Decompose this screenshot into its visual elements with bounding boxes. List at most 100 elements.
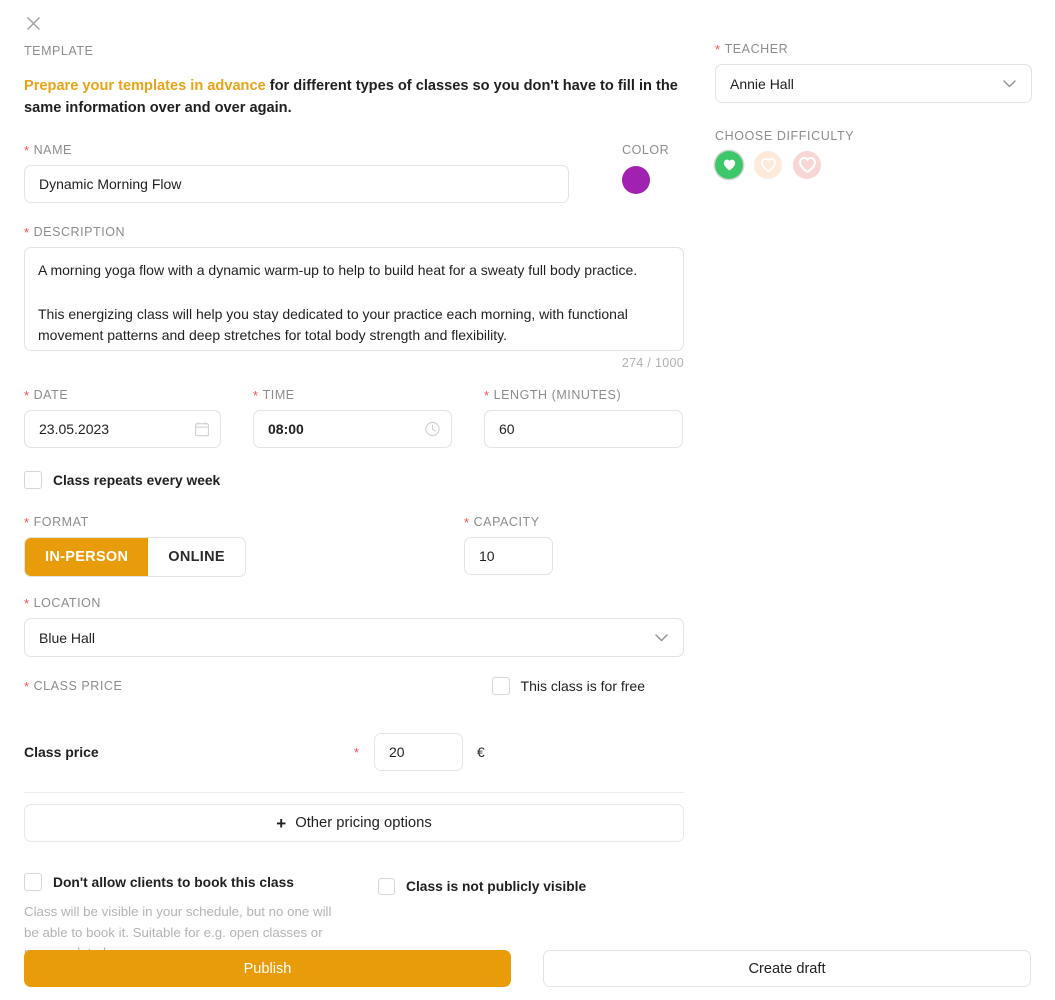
required-asterisk: *: [253, 388, 259, 403]
template-section-label-text: TEMPLATE: [24, 44, 94, 58]
close-icon[interactable]: [22, 12, 44, 34]
capacity-group: * CAPACITY 10: [464, 515, 684, 577]
repeat-weekly-checkbox-row[interactable]: Class repeats every week: [24, 471, 684, 489]
price-divider: [24, 792, 684, 793]
required-asterisk: *: [484, 388, 490, 403]
teacher-select[interactable]: Annie Hall: [715, 64, 1032, 103]
required-asterisk: *: [24, 225, 30, 240]
other-pricing-options-button[interactable]: + Other pricing options: [24, 804, 684, 842]
name-input[interactable]: Dynamic Morning Flow: [24, 165, 569, 203]
time-label-text: TIME: [262, 388, 295, 402]
location-group: * LOCATION Blue Hall: [24, 596, 684, 657]
time-label: * TIME: [253, 388, 452, 402]
length-input[interactable]: 60: [484, 410, 683, 448]
description-label: * DESCRIPTION: [24, 225, 684, 239]
time-group: * TIME 08:00: [253, 388, 452, 448]
teacher-label: * TEACHER: [715, 42, 1032, 56]
description-paragraph-1: A morning yoga flow with a dynamic warm-…: [38, 262, 638, 278]
location-select[interactable]: Blue Hall: [24, 618, 684, 657]
heart-icon: [723, 159, 735, 171]
class-template-form: TEMPLATE Prepare your templates in advan…: [0, 0, 1055, 1000]
required-asterisk: *: [24, 596, 30, 611]
format-option-in-person[interactable]: IN-PERSON: [25, 538, 149, 576]
free-class-checkbox-row[interactable]: This class is for free: [491, 677, 645, 695]
difficulty-level-easy[interactable]: [715, 151, 743, 179]
repeat-weekly-label: Class repeats every week: [53, 472, 221, 488]
date-input-wrap: 23.05.2023: [24, 410, 221, 448]
difficulty-level-medium[interactable]: [754, 151, 782, 179]
heart-icon: [760, 158, 776, 172]
right-column: * TEACHER Annie Hall CHOOSE DIFFICULTY: [715, 42, 1032, 179]
required-asterisk: *: [24, 679, 30, 694]
format-label-text: FORMAT: [33, 515, 89, 529]
date-time-length-row: * DATE 23.05.2023 * TIME 08:00 * LENGTH …: [24, 388, 684, 448]
difficulty-level-hard[interactable]: [793, 151, 821, 179]
free-class-label: This class is for free: [520, 678, 645, 694]
difficulty-label: CHOOSE DIFFICULTY: [715, 129, 1032, 143]
length-group: * LENGTH (MINUTES) 60: [484, 388, 683, 448]
class-price-input[interactable]: 20: [374, 733, 463, 771]
time-input[interactable]: 08:00: [253, 410, 452, 448]
name-input-wrap: Dynamic Morning Flow: [24, 165, 569, 203]
date-group: * DATE 23.05.2023: [24, 388, 221, 448]
location-label-text: LOCATION: [33, 596, 101, 610]
capacity-label: * CAPACITY: [464, 515, 684, 529]
plus-icon: +: [276, 813, 287, 833]
location-label: * LOCATION: [24, 596, 684, 610]
class-price-label-text: CLASS PRICE: [33, 679, 123, 693]
description-textarea[interactable]: A morning yoga flow with a dynamic warm-…: [24, 247, 684, 351]
description-paragraph-2: This energizing class will help you stay…: [38, 306, 628, 343]
date-label: * DATE: [24, 388, 221, 402]
format-capacity-row: * FORMAT IN-PERSON ONLINE * CAPACITY 10: [24, 515, 684, 577]
time-input-wrap: 08:00: [253, 410, 452, 448]
name-label-text: NAME: [33, 143, 72, 157]
required-asterisk: *: [24, 388, 30, 403]
capacity-input[interactable]: 10: [464, 537, 553, 575]
required-asterisk: *: [24, 515, 30, 530]
template-blurb: Prepare your templates in advance for di…: [24, 75, 684, 119]
not-public-label: Class is not publicly visible: [406, 879, 587, 894]
format-group: * FORMAT IN-PERSON ONLINE: [24, 515, 464, 577]
not-public-checkbox-row[interactable]: Class is not publicly visible: [378, 878, 586, 895]
teacher-select-wrap: Annie Hall: [715, 64, 1032, 103]
description-group: * DESCRIPTION A morning yoga flow with a…: [24, 225, 684, 370]
length-label: * LENGTH (MINUTES): [484, 388, 683, 402]
difficulty-label-text: CHOOSE DIFFICULTY: [715, 129, 855, 143]
no-booking-label: Don't allow clients to book this class: [53, 874, 294, 890]
heart-icon: [798, 157, 816, 173]
color-label-text: COLOR: [622, 143, 670, 157]
format-option-online[interactable]: ONLINE: [148, 538, 245, 576]
format-label: * FORMAT: [24, 515, 464, 529]
description-char-counter: 274 / 1000: [621, 356, 684, 370]
date-input[interactable]: 23.05.2023: [24, 410, 221, 448]
color-swatch[interactable]: [622, 166, 650, 194]
publish-button[interactable]: Publish: [24, 950, 511, 987]
name-field-group: * NAME Dynamic Morning Flow: [24, 143, 569, 203]
name-label: * NAME: [24, 143, 569, 157]
no-booking-checkbox[interactable]: [24, 873, 42, 891]
template-blurb-highlight: Prepare your templates in advance: [24, 78, 266, 94]
date-label-text: DATE: [33, 388, 69, 402]
free-class-checkbox[interactable]: [491, 677, 510, 695]
class-price-header: * CLASS PRICE This class is for free: [24, 677, 684, 699]
required-asterisk: *: [354, 744, 360, 760]
repeat-weekly-checkbox[interactable]: [24, 471, 42, 489]
teacher-label-text: TEACHER: [724, 42, 789, 56]
capacity-label-text: CAPACITY: [473, 515, 540, 529]
description-label-text: DESCRIPTION: [33, 225, 126, 239]
name-color-row: * NAME Dynamic Morning Flow COLOR: [24, 143, 684, 203]
not-public-checkbox[interactable]: [378, 878, 395, 895]
required-asterisk: *: [715, 42, 721, 57]
difficulty-selector: [715, 151, 1032, 179]
create-draft-button[interactable]: Create draft: [543, 950, 1031, 987]
length-input-wrap: 60: [484, 410, 683, 448]
class-price-row-label: Class price: [24, 744, 99, 760]
color-picker-group: COLOR: [622, 143, 669, 194]
template-section-label: TEMPLATE: [24, 44, 684, 58]
required-asterisk: *: [464, 515, 470, 530]
other-pricing-options-label: Other pricing options: [295, 815, 432, 831]
currency-symbol: €: [477, 744, 485, 760]
format-segmented-control: IN-PERSON ONLINE: [24, 537, 246, 577]
color-label: COLOR: [622, 143, 669, 157]
class-price-row: Class price * 20 €: [24, 733, 684, 771]
